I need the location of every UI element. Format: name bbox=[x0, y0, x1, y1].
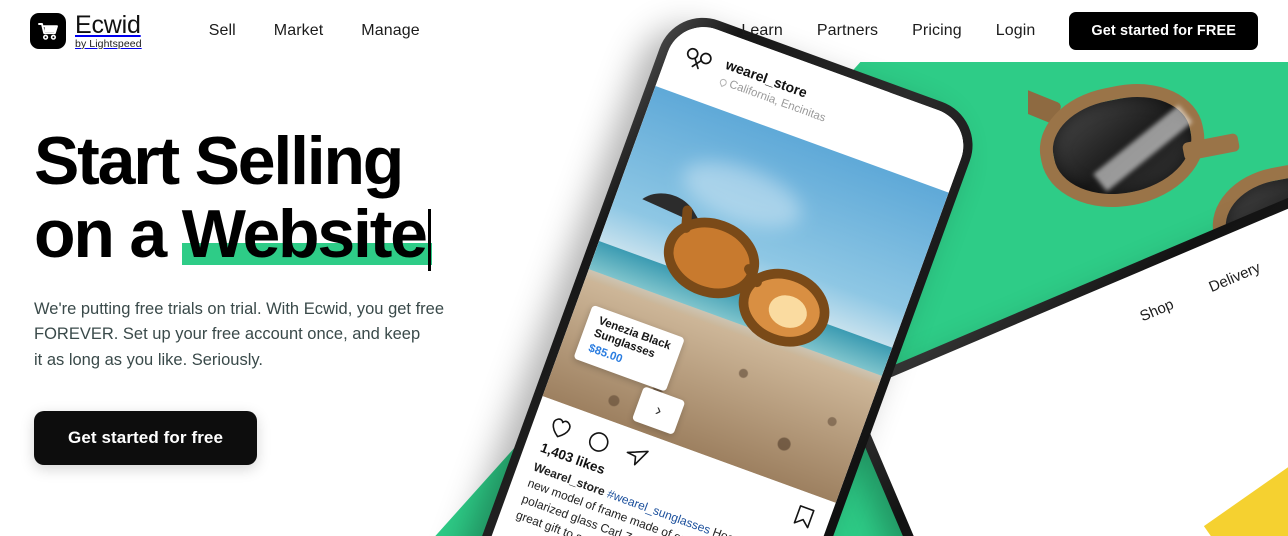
hero-subheading-line-2: FOREVER. Set up your free account once, … bbox=[34, 325, 421, 344]
brand-text: Ecwid by Lightspeed bbox=[75, 10, 142, 50]
nav-item-learn[interactable]: Learn bbox=[741, 22, 782, 40]
secondary-nav: Learn Partners Pricing Login Get started… bbox=[741, 12, 1258, 50]
heart-icon[interactable] bbox=[546, 414, 576, 443]
hero-headline: Start Selling on a Website bbox=[34, 123, 504, 271]
hero-headline-highlight: Website bbox=[181, 195, 428, 272]
tablet-nav-delivery[interactable]: Delivery bbox=[1206, 259, 1263, 296]
brand-tagline: by Lightspeed bbox=[75, 37, 142, 50]
hero-headline-highlight-wrap: Website bbox=[181, 200, 432, 268]
hero-subheading-line-3: it as long as you like. Seriously. bbox=[34, 350, 263, 369]
header-get-started-button[interactable]: Get started for FREE bbox=[1069, 12, 1258, 50]
text-cursor-caret bbox=[427, 208, 431, 271]
landing-page: Ecwid by Lightspeed Sell Market Manage L… bbox=[0, 0, 1288, 536]
site-header: Ecwid by Lightspeed Sell Market Manage L… bbox=[0, 0, 1288, 62]
hero-get-started-button[interactable]: Get started for free bbox=[34, 411, 258, 466]
tablet-yellow-shape bbox=[1203, 376, 1288, 536]
comment-icon[interactable] bbox=[584, 428, 613, 457]
hero-headline-line-2: on a Website bbox=[34, 200, 504, 271]
brand-logo[interactable]: Ecwid by Lightspeed bbox=[30, 10, 142, 50]
hero-headline-prefix: on a bbox=[34, 195, 182, 272]
nav-item-pricing[interactable]: Pricing bbox=[912, 22, 962, 40]
nav-item-partners[interactable]: Partners bbox=[817, 22, 878, 40]
hero-headline-line-1: Start Selling bbox=[34, 123, 404, 199]
nav-item-sell[interactable]: Sell bbox=[209, 22, 236, 40]
hero-section: Start Selling on a Website We're putting… bbox=[34, 123, 504, 466]
lens-glare bbox=[1093, 105, 1193, 192]
nav-item-market[interactable]: Market bbox=[274, 22, 324, 40]
shopping-cart-icon bbox=[30, 13, 66, 49]
hero-subheading-line-1: We're putting free trials on trial. With… bbox=[34, 299, 445, 318]
share-icon[interactable] bbox=[622, 441, 651, 470]
tablet-nav-shop[interactable]: Shop bbox=[1137, 296, 1176, 325]
nav-item-manage[interactable]: Manage bbox=[361, 22, 419, 40]
brand-name: Ecwid bbox=[75, 10, 141, 39]
nav-item-login[interactable]: Login bbox=[996, 22, 1036, 40]
hero-subheading: We're putting free trials on trial. With… bbox=[34, 297, 504, 374]
primary-nav: Sell Market Manage bbox=[209, 22, 420, 40]
map-pin-icon bbox=[718, 77, 729, 87]
bookmark-icon[interactable] bbox=[792, 503, 816, 530]
